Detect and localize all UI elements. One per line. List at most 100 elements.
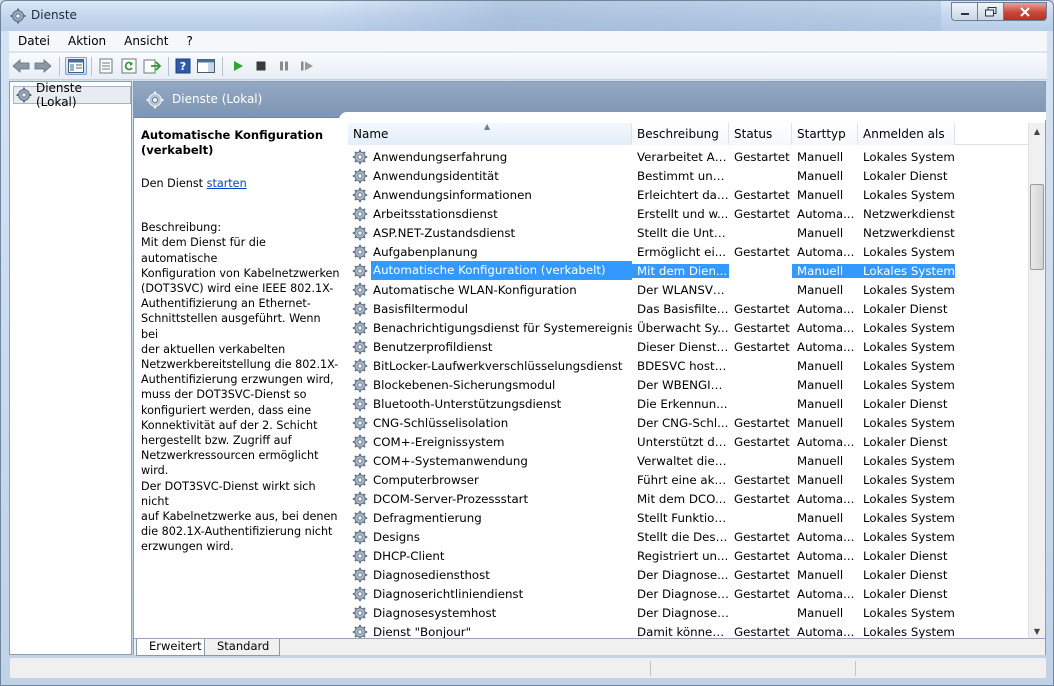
help-button[interactable]: ?: [173, 57, 193, 75]
tab-standard[interactable]: Standard: [204, 639, 281, 656]
tab-extended[interactable]: Erweitert: [136, 639, 213, 656]
service-row[interactable]: DHCP-Client Registriert un... Gestartet Aut…: [348, 546, 1029, 565]
service-row[interactable]: Benutzerprofildienst Dieser Dienst i... Ge…: [348, 337, 1029, 356]
forward-button[interactable]: [33, 57, 53, 75]
menu-file[interactable]: Datei: [9, 34, 59, 48]
scroll-up-icon[interactable]: ▲: [1029, 123, 1045, 140]
pause-service-button[interactable]: [274, 57, 294, 75]
service-row[interactable]: ASP.NET-Zustandsdienst Stellt die Unte...…: [348, 223, 1029, 242]
description-line: auf Kabelnetzwerke aus, bei denen: [141, 510, 338, 524]
service-row[interactable]: Bluetooth-Unterstützungsdienst Die Erkenn…: [348, 394, 1029, 413]
service-gear-icon: [352, 301, 368, 317]
minimize-button[interactable]: [951, 2, 977, 21]
menu-view[interactable]: Ansicht: [115, 34, 177, 48]
service-row[interactable]: DCOM-Server-Prozessstart Mit dem DCO... Ge…: [348, 489, 1029, 508]
service-gear-icon: [352, 377, 368, 393]
show-console-tree-button[interactable]: [65, 57, 87, 75]
service-description: Der Diagnose...: [637, 567, 729, 582]
column-header-name[interactable]: ▲ Name: [348, 123, 632, 145]
menu-help[interactable]: ?: [177, 34, 201, 48]
tree-item-services-local[interactable]: Dienste (Lokal): [13, 81, 131, 109]
window-title: Dienste: [31, 8, 77, 22]
service-row[interactable]: Aufgabenplanung Ermöglicht ei... Gestartet…: [348, 242, 1029, 261]
service-row[interactable]: BitLocker-Laufwerkverschlüsselungsdienst…: [348, 356, 1029, 375]
service-row[interactable]: Diagnosesystemhost Der Diagnoses... Manuel…: [348, 603, 1029, 622]
service-name: DCOM-Server-Prozessstart: [373, 491, 529, 506]
service-name: CNG-Schlüsselisolation: [373, 415, 509, 430]
export-list-button[interactable]: [142, 57, 162, 75]
toolbar-separator: [222, 57, 223, 76]
service-description: Der WLANSVC...: [637, 282, 729, 297]
description-line: erzwungen wird.: [141, 540, 234, 554]
service-name: Diagnoserichtliniendienst: [373, 586, 524, 601]
menu-action[interactable]: Aktion: [59, 34, 115, 48]
service-row[interactable]: Computerbrowser Führt eine akt... Gestarte…: [348, 470, 1029, 489]
service-row[interactable]: Blockebenen-Sicherungsmodul Der WBENGIN..…: [348, 375, 1029, 394]
vertical-scrollbar[interactable]: ▲ ▼: [1028, 123, 1045, 640]
service-name: Bluetooth-Unterstützungsdienst: [373, 396, 562, 411]
action-pane-icon: [197, 59, 215, 73]
service-row[interactable]: Anwendungserfahrung Verarbeitet An... Gest…: [348, 147, 1029, 166]
description-line: hergestellt bzw. Zugriff auf: [141, 434, 292, 448]
service-row[interactable]: Anwendungsidentität Bestimmt und ... Manue…: [348, 166, 1029, 185]
service-description: Dieser Dienst i...: [637, 339, 729, 354]
service-row[interactable]: CNG-Schlüsselisolation Der CNG-Schl... Ges…: [348, 413, 1029, 432]
description-line: Authentifizierung an Ethernet-: [141, 297, 311, 311]
service-name: ASP.NET-Zustandsdienst: [373, 225, 516, 240]
description-line: (DOT3SVC) wird eine IEEE 802.1X-: [141, 282, 334, 296]
service-name-cell: COM+-Systemanwendung: [348, 453, 632, 469]
column-header-log-on-as[interactable]: Anmelden als: [858, 123, 955, 145]
description-line: Konfiguration von Kabelnetzwerken: [141, 266, 340, 280]
service-row[interactable]: Automatische WLAN-Konfiguration Der WLANS…: [348, 280, 1029, 299]
service-description: Stellt Funktion...: [637, 510, 729, 525]
service-status: Gestartet: [734, 206, 790, 221]
service-row[interactable]: Basisfiltermodul Das Basisfilter... Gestar…: [348, 299, 1029, 318]
service-row[interactable]: COM+-Ereignissystem Unterstützt de... Gest…: [348, 432, 1029, 451]
column-header-description[interactable]: Beschreibung: [632, 123, 729, 145]
properties-button[interactable]: [96, 57, 116, 75]
service-description: Der Diagnoser...: [637, 586, 729, 601]
column-header-startup-type[interactable]: Starttyp: [792, 123, 858, 145]
title-bar[interactable]: Dienste: [1, 1, 1053, 31]
start-service-line: Den Dienst starten: [141, 176, 341, 191]
service-row[interactable]: Benachrichtigungsdienst für Systemereign…: [348, 318, 1029, 337]
stop-service-button[interactable]: [251, 57, 271, 75]
selected-service-title-line: (verkabelt): [141, 143, 214, 157]
services-gear-icon: [10, 8, 26, 24]
service-row[interactable]: Diagnosediensthost Der Diagnose... Gestart…: [348, 565, 1029, 584]
close-icon: [1020, 6, 1030, 17]
export-icon: [143, 59, 161, 74]
service-status: Gestartet: [734, 548, 790, 563]
maximize-button[interactable]: [977, 2, 1003, 21]
service-row[interactable]: COM+-Systemanwendung Verwaltet die ... Man…: [348, 451, 1029, 470]
service-name-cell: DHCP-Client: [348, 548, 632, 564]
service-name: Benachrichtigungsdienst für Systemereign…: [373, 320, 632, 335]
back-button[interactable]: [11, 57, 31, 75]
scrollbar-thumb[interactable]: [1030, 184, 1044, 270]
service-log-on-as: Lokales System: [863, 415, 955, 430]
service-row[interactable]: Designs Stellt die Desi... Gestartet Automa…: [348, 527, 1029, 546]
service-row[interactable]: Automatische Konfiguration (verkabelt) Mi…: [348, 261, 1029, 280]
service-name: Anwendungsidentität: [373, 168, 499, 183]
pane-header-notch: [339, 112, 1046, 120]
service-gear-icon: [352, 187, 368, 203]
service-row[interactable]: Diagnoserichtliniendienst Der Diagnoser..…: [348, 584, 1029, 603]
service-startup-type: Manuell: [797, 225, 844, 240]
service-row[interactable]: Defragmentierung Stellt Funktion... Manuel…: [348, 508, 1029, 527]
service-log-on-as: Lokaler Dienst: [863, 168, 948, 183]
service-description: Stellt die Desi...: [637, 529, 729, 544]
tree-item-label: Dienste (Lokal): [35, 81, 82, 109]
service-row[interactable]: Anwendungsinformationen Erleichtert das..…: [348, 185, 1029, 204]
refresh-button[interactable]: [119, 57, 139, 75]
start-service-button[interactable]: [228, 57, 248, 75]
service-name-cell: Aufgabenplanung: [348, 244, 632, 260]
start-service-link[interactable]: starten: [207, 177, 247, 190]
close-button[interactable]: [1003, 2, 1047, 21]
svg-text:?: ?: [180, 60, 186, 73]
service-log-on-as: Lokales System: [863, 244, 955, 259]
service-row[interactable]: Arbeitsstationsdienst Erstellt und w... Ge…: [348, 204, 1029, 223]
service-description: Der CNG-Schl...: [637, 415, 729, 430]
show-action-pane-button[interactable]: [196, 57, 216, 75]
column-header-status[interactable]: Status: [729, 123, 792, 145]
resume-service-button[interactable]: [297, 57, 317, 75]
